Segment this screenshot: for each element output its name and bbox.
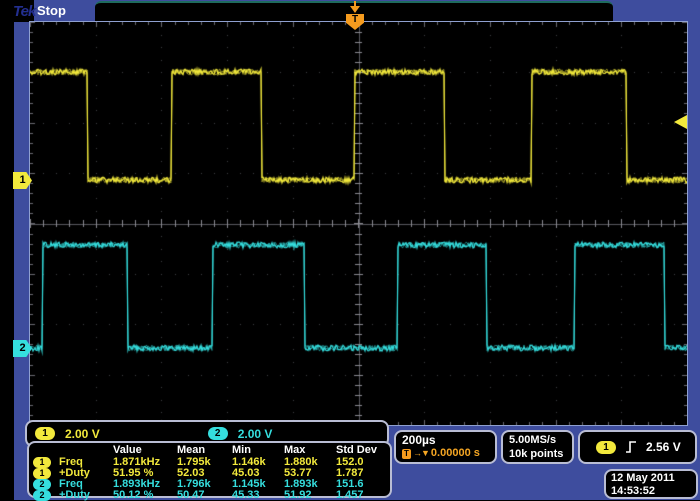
measurement-channel-badge: 1 [33, 468, 51, 479]
measurement-table: Value Mean Min Max Std Dev 1 Freq 1.871k… [27, 441, 392, 498]
column-header-value: Value [113, 444, 177, 456]
column-header-min: Min [232, 444, 284, 456]
trigger-position-arrow-icon [350, 6, 360, 13]
acquisition-status: Stop [37, 3, 66, 18]
measurement-header-row: Value Mean Min Max Std Dev [33, 444, 386, 456]
waveform-display [30, 22, 687, 425]
trigger-readout-box: 1 2.56 V [578, 430, 697, 464]
horizontal-readout-box: 200µs T →▼ 0.00000 s [394, 430, 497, 464]
sample-rate: 5.00MS/s [509, 433, 566, 447]
channel-1-scale: 2.00 V [65, 427, 100, 441]
channel-2-scale: 2.00 V [238, 427, 273, 441]
trigger-level-arrow-icon [674, 115, 687, 129]
horizontal-scale: 200µs [402, 433, 489, 447]
trigger-flag-icon: T [346, 14, 364, 30]
measurement-row: 2 Freq 1.893kHz 1.796k 1.145k 1.893k 151… [33, 478, 386, 489]
horizontal-delay-value: 0.00000 s [431, 447, 480, 460]
measurement-name: +Duty [59, 489, 113, 501]
measurement-channel-badge: 1 [33, 457, 51, 468]
measurement-row: 1 +Duty 51.95 % 52.03 45.03 53.77 1.787 [33, 467, 386, 478]
time-display: 14:53:52 [611, 485, 691, 498]
channel-1-badge: 1 [35, 427, 55, 440]
date-display: 12 May 2011 [611, 472, 691, 485]
measurement-max: 51.92 [284, 489, 336, 501]
datetime-box: 12 May 2011 14:53:52 [604, 469, 698, 499]
rising-edge-icon [625, 440, 637, 454]
measurement-channel-badge: 2 [33, 479, 51, 490]
record-length: 10k points [509, 447, 566, 461]
measurement-stddev: 1.457 [336, 489, 386, 501]
delay-arrow-icon: →▼ [413, 447, 429, 460]
acquisition-readout-box: 5.00MS/s 10k points [501, 430, 574, 464]
oscilloscope-screen: Tek Stop T 1 2 1 2.00 V 2 2.00 V Value M… [0, 0, 700, 500]
measurement-mean: 50.47 [177, 489, 232, 501]
left-bezel-strip [0, 0, 14, 500]
trigger-level-value: 2.56 V [646, 440, 681, 454]
horizontal-delay-readout: T →▼ 0.00000 s [402, 447, 489, 460]
measurement-row: 1 Freq 1.871kHz 1.795k 1.146k 1.880k 152… [33, 456, 386, 467]
trigger-square-icon: T [402, 449, 411, 459]
measurement-min: 45.33 [232, 489, 284, 501]
column-header-mean: Mean [177, 444, 232, 456]
tek-logo: Tek [13, 3, 35, 20]
graticule [30, 22, 687, 425]
channel-2-badge: 2 [208, 427, 228, 440]
column-header-max: Max [284, 444, 336, 456]
column-header-stddev: Std Dev [336, 444, 386, 456]
channel-2-scale-group: 2 2.00 V [208, 427, 273, 441]
measurement-value: 50.12 % [113, 489, 177, 501]
trigger-position-marker: T [346, 1, 364, 30]
trigger-source-badge: 1 [596, 441, 616, 454]
measurement-row: 2 +Duty 50.12 % 50.47 45.33 51.92 1.457 [33, 489, 386, 500]
measurement-channel-badge: 2 [33, 490, 51, 501]
